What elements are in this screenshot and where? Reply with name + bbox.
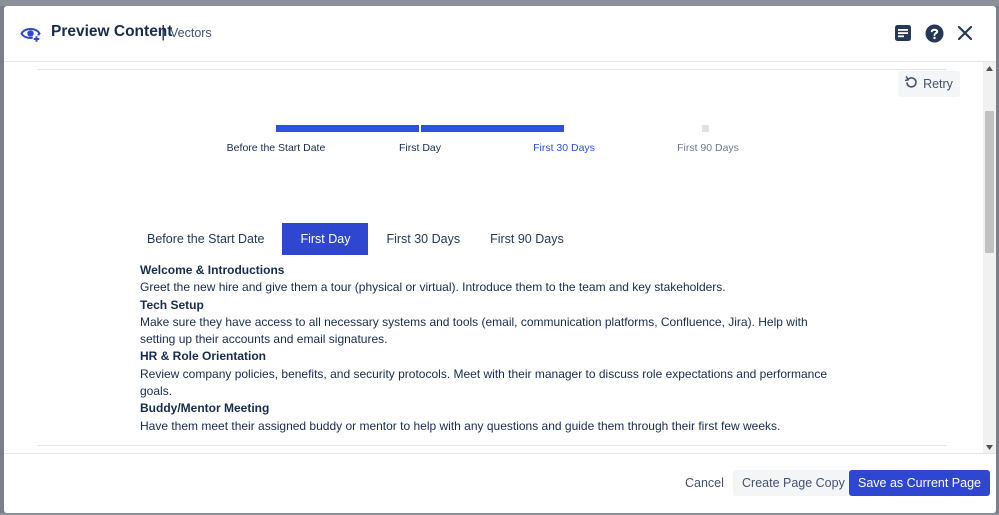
modal-title: Preview Content	[51, 23, 173, 40]
scrollbar-thumb[interactable]	[985, 111, 994, 253]
preview-eye-icon	[20, 23, 42, 45]
refresh-icon	[904, 76, 918, 92]
divider	[37, 445, 947, 446]
modal-subtitle: Vectors	[170, 26, 212, 40]
section-body: Make sure they have access to all necess…	[140, 314, 808, 347]
create-page-copy-button[interactable]: Create Page Copy	[733, 470, 854, 496]
tab-first-90-days[interactable]: First 90 Days	[478, 223, 576, 255]
header-actions	[892, 22, 976, 44]
scroll-down-arrow-icon[interactable]	[983, 441, 996, 453]
section-body: Greet the new hire and give them a tour …	[140, 280, 726, 295]
content-scrollbar[interactable]	[983, 62, 996, 453]
progress-segment-2	[421, 125, 564, 132]
modal-header: Preview Content | Vectors	[4, 6, 996, 62]
cancel-button[interactable]: Cancel	[676, 470, 733, 496]
stage-tabs: Before the Start Date First Day First 30…	[135, 223, 582, 255]
section-heading: Buddy/Mentor Meeting	[140, 401, 270, 416]
retry-label: Retry	[923, 77, 953, 91]
progress-step-label: First 90 Days	[677, 142, 739, 154]
section-body: Have them meet their assigned buddy or m…	[140, 418, 781, 433]
section-heading: Tech Setup	[140, 297, 204, 312]
section-heading: Welcome & Introductions	[140, 263, 285, 277]
title-separator: |	[161, 22, 166, 41]
divider	[37, 69, 947, 70]
progress-segment-1	[276, 125, 419, 132]
progress-step-label: Before the Start Date	[226, 142, 326, 154]
tab-content: Welcome & Introductions Greet the new hi…	[140, 262, 840, 435]
tab-first-day[interactable]: First Day	[282, 223, 369, 255]
section-body: Review company policies, benefits, and s…	[140, 366, 828, 399]
retry-button[interactable]: Retry	[898, 71, 960, 97]
preview-modal: Preview Content | Vectors Retry Before t…	[4, 6, 996, 513]
progress-step-label: First Day	[399, 142, 441, 154]
scroll-up-arrow-icon[interactable]	[983, 62, 996, 74]
progress-pending-dot	[702, 125, 709, 132]
modal-footer: Cancel Create Page Copy Save as Current …	[4, 453, 996, 513]
progress-step-label: First 30 Days	[533, 142, 595, 154]
save-as-current-page-button[interactable]: Save as Current Page	[849, 470, 990, 496]
tab-before-start-date[interactable]: Before the Start Date	[135, 223, 276, 255]
tab-first-30-days[interactable]: First 30 Days	[374, 223, 472, 255]
close-icon[interactable]	[954, 22, 976, 44]
help-icon[interactable]	[923, 22, 945, 44]
section-heading: HR & Role Orientation	[140, 349, 267, 364]
modal-content: Retry Before the Start Date First Day Fi…	[4, 62, 996, 453]
notes-icon[interactable]	[892, 22, 914, 44]
